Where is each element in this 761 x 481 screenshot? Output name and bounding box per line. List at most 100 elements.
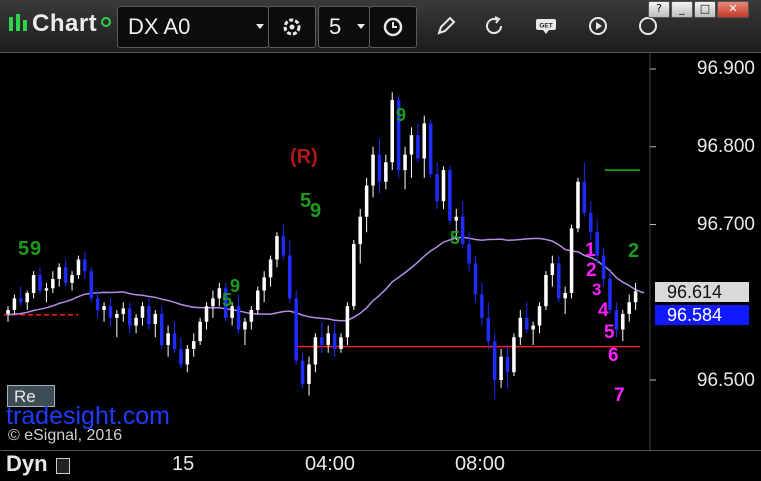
candle-body — [512, 337, 516, 373]
candle-body — [480, 294, 484, 318]
candle-body — [448, 170, 452, 221]
candle-body — [6, 310, 10, 314]
candle-body — [537, 306, 542, 326]
candle-body — [153, 313, 158, 325]
y-tick-label: 96.700 — [696, 214, 755, 235]
last-price-badge: 96.614 — [655, 282, 749, 302]
svg-text:GET: GET — [539, 23, 552, 30]
candle-body — [435, 173, 439, 202]
interval-clock-button[interactable] — [369, 6, 417, 48]
candle-body — [563, 292, 567, 299]
candle-body — [544, 275, 548, 307]
candle-body — [307, 364, 311, 384]
candle-body — [204, 306, 209, 322]
chart-window: Chart DX A0 5 GET ? _ □ ✕ 96.900 96.800 … — [0, 0, 761, 481]
candle-body — [140, 306, 145, 318]
count-label: 2 — [586, 260, 597, 281]
candle-body — [614, 310, 619, 330]
candle-body — [294, 298, 298, 361]
symbol-selector[interactable]: DX A0 — [117, 6, 269, 48]
candle-body — [473, 263, 478, 295]
candle-body — [198, 321, 202, 342]
candle-body — [44, 288, 49, 291]
candle-body — [76, 259, 81, 276]
candle-body — [422, 123, 427, 159]
link-status-icon[interactable] — [101, 17, 111, 27]
candle-body — [377, 154, 382, 182]
candle-body — [89, 271, 94, 299]
dyn-label[interactable]: Dyn — [6, 451, 48, 477]
candle-body — [332, 333, 337, 349]
candle-body — [492, 341, 497, 380]
candle-body — [243, 321, 247, 330]
candle-body — [262, 277, 266, 291]
candle-body — [31, 275, 36, 293]
minimize-button[interactable]: _ — [671, 1, 693, 18]
maximize-button[interactable]: □ — [694, 1, 716, 18]
candle-body — [159, 313, 164, 346]
candle-body — [179, 348, 183, 365]
candle-body — [147, 306, 151, 325]
help-button[interactable]: ? — [648, 1, 670, 18]
count-label: 3 — [592, 280, 602, 299]
candle-body — [633, 291, 638, 303]
copyright: © eSignal, 2016 — [8, 427, 123, 444]
window-title: Chart — [32, 10, 98, 37]
count-label: 4 — [598, 300, 609, 321]
lock-icon[interactable] — [56, 458, 70, 474]
symbol-value: DX A0 — [128, 14, 191, 39]
candle-body — [191, 341, 196, 349]
x-tick-label: 15 — [172, 453, 195, 475]
setup-label: (R) — [290, 146, 318, 168]
pencil-icon[interactable] — [434, 14, 458, 38]
candle-body — [601, 255, 606, 279]
symbol-settings-button[interactable] — [268, 6, 316, 48]
time-axis: Dyn 15 04:00 08:00 — [0, 450, 761, 481]
count-label: 5 — [604, 322, 615, 343]
candle-body — [38, 275, 42, 291]
candle-body — [499, 356, 503, 380]
candle-body — [441, 170, 446, 202]
count-label: 5 — [18, 238, 30, 260]
candle-body — [339, 337, 343, 349]
count-label: 9 — [230, 276, 241, 296]
interval-selector[interactable]: 5 — [318, 6, 370, 48]
count-label: 9 — [310, 200, 322, 222]
chart-bars-icon — [9, 14, 27, 31]
candle-body — [364, 185, 369, 217]
count-label: 9 — [30, 238, 42, 260]
candle-body — [550, 263, 555, 276]
refresh-icon[interactable] — [482, 14, 506, 38]
candle-body — [185, 348, 190, 365]
candle-body — [390, 100, 395, 163]
candle-body — [83, 259, 87, 272]
candle-body — [217, 288, 222, 299]
close-button[interactable]: ✕ — [717, 1, 749, 18]
interval-value: 5 — [329, 14, 342, 39]
candle-body — [51, 278, 55, 289]
candle-body — [454, 216, 459, 221]
candle-body — [518, 317, 523, 338]
candle-body — [621, 313, 625, 330]
y-tick-label: 96.900 — [696, 58, 755, 79]
count-label: 6 — [608, 345, 619, 366]
get-data-icon[interactable]: GET — [534, 14, 558, 38]
candle-body — [236, 306, 241, 330]
clock-icon — [383, 17, 403, 37]
candle-body — [313, 337, 318, 365]
play-icon[interactable] — [586, 14, 610, 38]
candle-body — [172, 333, 177, 349]
y-tick-label: 96.800 — [696, 136, 755, 157]
candle-body — [358, 216, 362, 244]
candle-body — [371, 154, 375, 186]
candle-body — [255, 290, 260, 311]
candle-body — [25, 292, 29, 303]
candle-body — [57, 267, 61, 279]
ma-value-badge: 96.584 — [655, 305, 749, 325]
candle-body — [582, 181, 587, 213]
candle-body — [505, 356, 510, 373]
candle-body — [288, 255, 292, 299]
price-chart[interactable] — [0, 52, 761, 450]
candle-body — [627, 302, 631, 314]
x-tick-label: 08:00 — [455, 453, 506, 475]
